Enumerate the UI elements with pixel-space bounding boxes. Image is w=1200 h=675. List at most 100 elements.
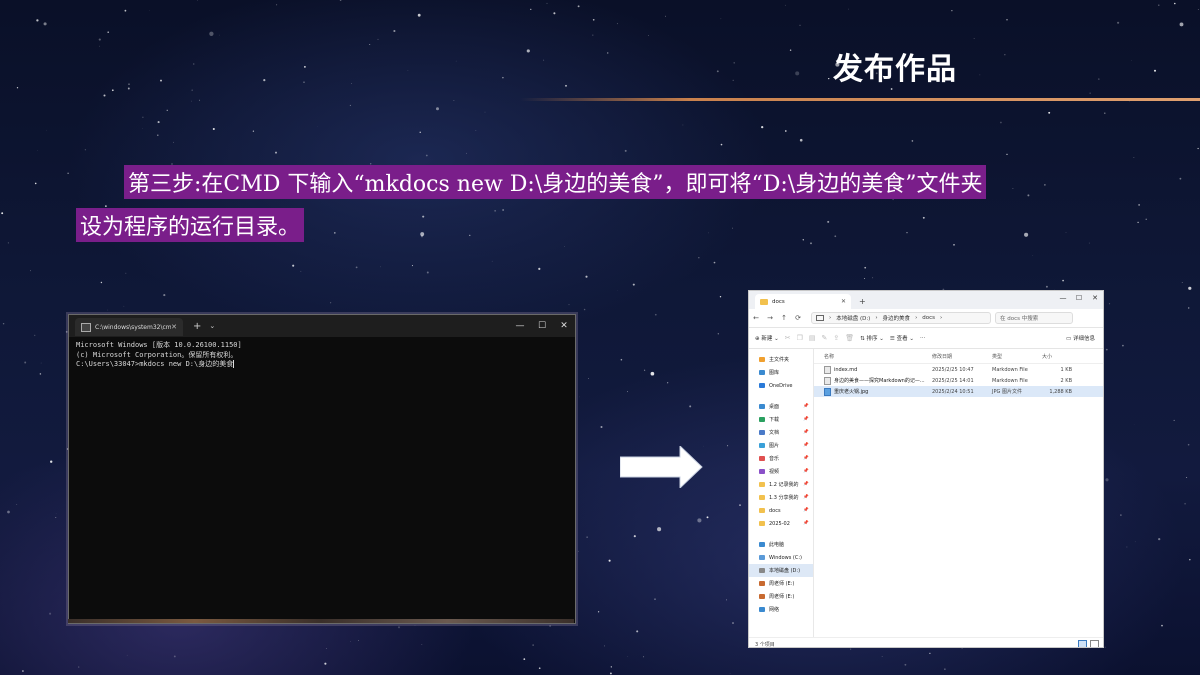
minimize-button[interactable]: — xyxy=(1055,291,1071,305)
sidebar-item[interactable]: 文档 📌 xyxy=(749,426,813,439)
star xyxy=(1173,419,1175,421)
sidebar-item-label: 主文件夹 xyxy=(769,357,790,363)
console-line: (c) Microsoft Corporation。保留所有权利。 xyxy=(76,350,238,359)
sidebar-item[interactable]: 图库 xyxy=(749,366,813,379)
sidebar-item[interactable]: 桌面 📌 xyxy=(749,400,813,413)
star xyxy=(648,35,649,36)
refresh-button[interactable]: ⟳ xyxy=(791,314,805,322)
sidebar-item[interactable]: 周老师 (E:) xyxy=(749,577,813,590)
forward-button[interactable]: → xyxy=(763,314,777,322)
star xyxy=(583,308,586,311)
minimize-button[interactable]: — xyxy=(509,315,531,337)
details-view-button[interactable] xyxy=(1078,640,1087,647)
sidebar-item[interactable]: Windows (C:) xyxy=(749,551,813,564)
close-button[interactable]: ✕ xyxy=(1087,291,1103,305)
sidebar-item[interactable]: 周老师 (E:) xyxy=(749,590,813,603)
table-row[interactable]: 重庆老火锅.jpg 2025/2/24 10:51 JPG 图片文件 1,288 KB xyxy=(814,386,1103,397)
view-button[interactable]: ☰ 查看 ⌄ xyxy=(890,334,914,342)
right-arrow-icon xyxy=(620,446,703,488)
back-button[interactable]: ← xyxy=(749,314,763,322)
sidebar-item[interactable]: 下载 📌 xyxy=(749,413,813,426)
sidebar-item-label: 下载 xyxy=(769,417,780,423)
star xyxy=(1184,502,1186,505)
tiles-view-button[interactable] xyxy=(1090,640,1099,647)
explorer-tab-title: docs xyxy=(772,298,785,305)
star xyxy=(218,34,220,36)
sidebar-item[interactable]: 视频 📌 xyxy=(749,465,813,478)
column-size[interactable]: 大小 xyxy=(1042,353,1072,360)
table-row[interactable]: 身边的美食——探究Markdown的记—... 2025/2/25 14:01 Ma… xyxy=(814,375,1103,386)
star xyxy=(904,663,907,666)
share-icon[interactable]: ⇪ xyxy=(833,334,839,342)
console-line: Microsoft Windows [版本 10.0.26100.1150] xyxy=(76,341,242,349)
cut-icon[interactable]: ✂ xyxy=(785,334,791,342)
star xyxy=(127,87,130,90)
star xyxy=(979,74,981,76)
sidebar-item[interactable]: OneDrive xyxy=(749,379,813,392)
star xyxy=(1006,153,1008,156)
breadcrumb-docs[interactable]: docs xyxy=(922,315,935,321)
sort-button[interactable]: ⇅ 排序 ⌄ xyxy=(860,334,884,342)
pin-icon: 📌 xyxy=(803,456,809,461)
new-tab-button[interactable]: + xyxy=(859,297,866,306)
new-tab-button[interactable]: + xyxy=(193,321,201,332)
chevron-right-icon: › xyxy=(940,315,943,321)
star xyxy=(1126,546,1128,548)
sidebar-item[interactable]: 1.2 记录我的 📌 xyxy=(749,478,813,491)
star xyxy=(397,626,401,629)
star xyxy=(453,99,455,101)
column-name[interactable]: 名称 xyxy=(824,353,932,360)
star xyxy=(973,38,975,39)
chevron-down-icon[interactable]: ⌄ xyxy=(209,322,215,330)
sidebar-item[interactable]: 1.3 分享我的 📌 xyxy=(749,491,813,504)
column-date[interactable]: 修改日期 xyxy=(932,353,992,360)
maximize-button[interactable]: ☐ xyxy=(531,315,553,337)
sidebar-item[interactable]: 图片 📌 xyxy=(749,439,813,452)
close-button[interactable]: ✕ xyxy=(553,315,575,337)
breadcrumb-folder[interactable]: 身边的美食 xyxy=(883,314,911,322)
details-button[interactable]: ▭ 详细信息 xyxy=(1066,334,1095,342)
sidebar-item[interactable]: 此电脑 xyxy=(749,538,813,551)
image-file-icon xyxy=(824,387,831,396)
new-button[interactable]: ⊕ 新建 ⌄ xyxy=(755,334,779,342)
sidebar-item[interactable]: 网络 xyxy=(749,603,813,616)
more-button[interactable]: ··· xyxy=(920,335,925,341)
star xyxy=(1012,187,1014,190)
rename-icon[interactable]: ✎ xyxy=(822,334,828,342)
sidebar-item[interactable]: 主文件夹 xyxy=(749,353,813,366)
cmd-window: C:\windows\system32\cmd.exe ✕ + ⌄ — ☐ ✕ … xyxy=(68,314,576,624)
up-button[interactable]: ↑ xyxy=(777,314,791,322)
column-type[interactable]: 类型 xyxy=(992,353,1042,360)
star xyxy=(100,281,103,284)
close-tab-icon[interactable]: ✕ xyxy=(171,323,177,331)
star xyxy=(951,10,953,12)
sidebar-item[interactable]: 本地磁盘 (D:) xyxy=(749,564,813,577)
status-bar: 3 个项目 xyxy=(749,637,1103,647)
copy-icon[interactable]: ❐ xyxy=(797,334,803,342)
table-row[interactable]: index.md 2025/2/25 10:47 Markdown File 1 KB xyxy=(814,364,1103,375)
sidebar-item[interactable]: 2025-02 📌 xyxy=(749,517,813,530)
close-tab-icon[interactable]: ✕ xyxy=(841,298,846,305)
star xyxy=(733,62,735,64)
star xyxy=(626,391,629,393)
cmd-console[interactable]: Microsoft Windows [版本 10.0.26100.1150] (… xyxy=(69,337,575,374)
maximize-button[interactable]: ☐ xyxy=(1071,291,1087,305)
explorer-tab-docs[interactable]: docs ✕ xyxy=(755,294,851,309)
star xyxy=(34,182,37,185)
address-bar[interactable]: › 本地磁盘 (D:) › 身边的美食 › docs › xyxy=(811,312,991,324)
folder-icon xyxy=(759,508,765,513)
cmd-tab[interactable]: C:\windows\system32\cmd.exe ✕ xyxy=(75,318,183,336)
paste-icon[interactable]: ▤ xyxy=(809,334,816,342)
sidebar-item[interactable]: 音乐 📌 xyxy=(749,452,813,465)
sidebar-item[interactable]: docs 📌 xyxy=(749,504,813,517)
star xyxy=(358,640,359,641)
file-name-cell: 重庆老火锅.jpg xyxy=(824,387,932,396)
delete-icon[interactable]: 🗑 xyxy=(845,334,854,342)
search-input[interactable]: 在 docs 中搜索 xyxy=(995,312,1073,324)
star xyxy=(98,38,101,41)
sidebar-item-label: 本地磁盘 (D:) xyxy=(769,568,801,574)
star xyxy=(799,24,801,26)
folder-icon xyxy=(759,581,765,586)
breadcrumb-drive[interactable]: 本地磁盘 (D:) xyxy=(836,314,870,322)
star xyxy=(929,652,931,655)
